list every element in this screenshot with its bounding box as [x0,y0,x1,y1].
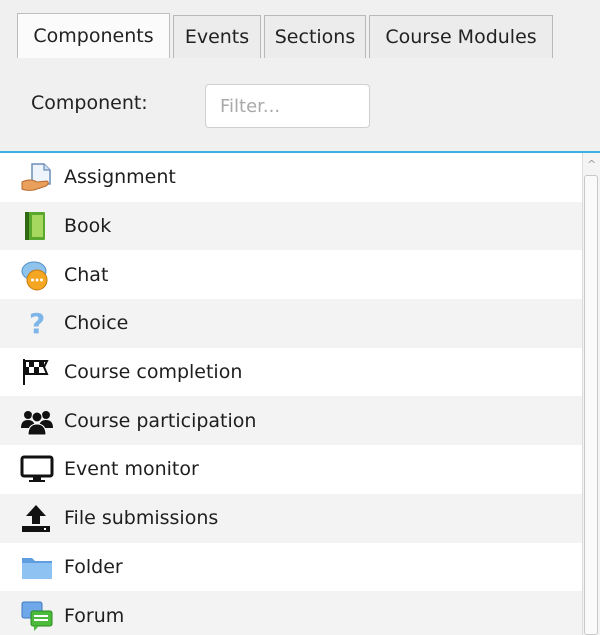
vertical-scrollbar[interactable]: ^ [582,153,600,635]
tab-course-modules[interactable]: Course Modules [369,15,553,58]
list-item-label: Chat [64,263,109,286]
assignment-icon [20,161,64,193]
list-item-book[interactable]: Book [0,201,582,251]
list-item-label: Folder [64,555,123,578]
list-item-label: Event monitor [64,458,199,481]
question-icon: ? [20,307,64,339]
list-item-label: Assignment [64,166,176,189]
forum-icon [20,600,64,632]
book-icon [20,210,64,242]
list-item-label: Choice [64,312,129,335]
list-item-forum[interactable]: Forum [0,591,582,635]
list-item-assignment[interactable]: Assignment [0,153,582,202]
tab-sections[interactable]: Sections [264,15,366,58]
tab-components[interactable]: Components [17,13,170,58]
list-item-label: File submissions [64,507,219,530]
list-item-course-participation[interactable]: Course participation [0,396,582,446]
users-icon [20,405,64,437]
list-item-file-submissions[interactable]: File submissions [0,493,582,543]
component-filter-label: Component: [31,92,148,114]
svg-text:?: ? [29,308,45,338]
list-item-choice[interactable]: ? Choice [0,299,582,348]
list-item-event-monitor[interactable]: Event monitor [0,445,582,494]
upload-icon [20,502,64,534]
scroll-up-icon[interactable]: ^ [587,158,596,171]
list-item-chat[interactable]: Chat [0,250,582,299]
list-item-label: Course participation [64,409,257,432]
folder-icon [20,551,64,583]
tab-events[interactable]: Events [173,15,261,58]
list-item-course-completion[interactable]: Course completion [0,348,582,397]
component-list: Assignment Book Chat ? Choice Course com… [0,153,582,635]
list-item-label: Course completion [64,361,243,384]
monitor-icon [20,453,64,485]
list-item-label: Book [64,215,112,238]
list-item-folder[interactable]: Folder [0,543,582,592]
tab-bar: Components Events Sections Course Module… [17,13,556,58]
chat-icon [20,259,64,291]
list-item-label: Forum [64,604,125,627]
tab-header-area: Components Events Sections Course Module… [0,0,600,151]
checkered-flag-icon [20,356,64,388]
component-filter-input[interactable] [205,84,370,128]
scrollbar-thumb[interactable] [584,175,598,635]
